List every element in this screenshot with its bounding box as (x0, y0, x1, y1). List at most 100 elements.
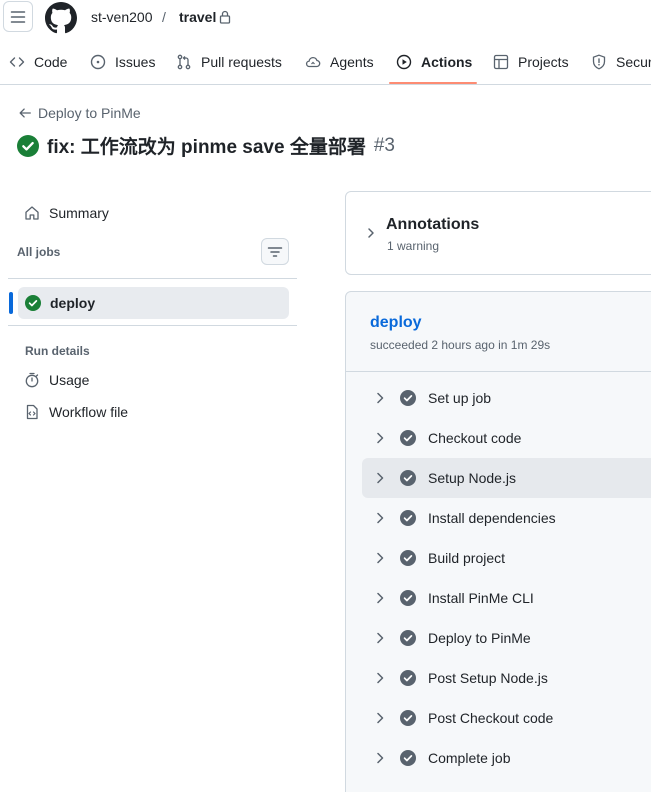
sidebar-job-deploy[interactable]: deploy (18, 287, 289, 319)
job-step-row[interactable]: Install dependencies (362, 498, 651, 538)
tab-agents[interactable]: Agents (305, 40, 374, 84)
job-meta: succeeded 2 hours ago in 1m 29s (370, 338, 551, 352)
job-step-label: Set up job (428, 390, 492, 406)
hamburger-menu-button[interactable] (3, 1, 33, 32)
sidebar-summary-link[interactable]: Summary (24, 205, 109, 221)
tab-issues-label: Issues (115, 54, 156, 70)
job-step-label: Setup Node.js (428, 470, 516, 486)
job-step-row[interactable]: Checkout code (362, 418, 651, 458)
breadcrumb-repo[interactable]: travel (179, 9, 216, 25)
tab-projects[interactable]: Projects (493, 40, 569, 84)
issue-opened-icon (90, 54, 106, 70)
job-log-panel: deploy succeeded 2 hours ago in 1m 29s S… (345, 291, 651, 792)
breadcrumb-owner[interactable]: st-ven200 (91, 9, 152, 25)
tab-security-label: Secur (616, 54, 651, 70)
sidebar-divider (8, 278, 297, 279)
chevron-right-icon (377, 552, 384, 564)
chevron-right-icon (377, 712, 384, 724)
check-circle-fill-icon (400, 550, 416, 566)
tab-pull-requests[interactable]: Pull requests (176, 40, 282, 84)
home-icon (25, 206, 39, 220)
tab-agents-label: Agents (330, 54, 374, 70)
job-header: deploy succeeded 2 hours ago in 1m 29s (346, 292, 651, 372)
tab-security[interactable]: Secur (591, 40, 651, 84)
breadcrumb-separator: / (162, 9, 166, 25)
run-number: #3 (373, 134, 395, 156)
agent-cloud-icon (305, 57, 321, 68)
job-steps-list: Set up job Checkout code Setup Node.js Inst… (362, 378, 651, 778)
sidebar-usage-label: Usage (49, 372, 90, 388)
annotations-title: Annotations (386, 216, 480, 233)
check-circle-fill-icon (400, 470, 416, 486)
annotations-subtitle: 1 warning (387, 239, 440, 253)
job-step-label: Install dependencies (428, 510, 556, 526)
check-circle-fill-icon (400, 630, 416, 646)
job-step-row[interactable]: Post Checkout code (362, 698, 651, 738)
selected-job-marker (9, 292, 13, 314)
job-step-row[interactable]: Complete job (362, 738, 651, 778)
chevron-right-icon (377, 432, 384, 444)
shield-icon (592, 54, 606, 70)
file-code-icon (26, 404, 38, 420)
tab-actions-label: Actions (421, 54, 473, 70)
job-step-row[interactable]: Build project (362, 538, 651, 578)
check-circle-fill-icon (400, 710, 416, 726)
job-step-label: Install PinMe CLI (428, 590, 534, 606)
tab-code[interactable]: Code (9, 40, 67, 84)
check-circle-fill-icon (400, 750, 416, 766)
sidebar-divider (8, 325, 297, 326)
play-icon (396, 54, 412, 70)
job-step-row[interactable]: Set up job (362, 378, 651, 418)
annotations-panel[interactable]: Annotations 1 warning (345, 191, 651, 275)
table-icon (493, 54, 509, 70)
job-step-label: Complete job (428, 750, 511, 766)
chevron-right-icon (377, 392, 384, 404)
job-step-row[interactable]: Setup Node.js (362, 458, 651, 498)
tab-issues[interactable]: Issues (90, 40, 155, 84)
sidebar-job-label: deploy (50, 295, 96, 311)
run-title: fix: 工作流改为 pinme save 全量部署 #3 (17, 132, 395, 159)
check-circle-fill-icon (400, 430, 416, 446)
chevron-right-icon (377, 632, 384, 644)
tab-code-label: Code (34, 54, 68, 70)
back-link-label: Deploy to PinMe (38, 105, 141, 121)
sidebar-summary-label: Summary (49, 205, 109, 221)
job-name-link[interactable]: deploy (370, 314, 422, 332)
sidebar-workflow-file-link[interactable]: Workflow file (24, 404, 128, 420)
tab-actions[interactable]: Actions (396, 40, 472, 84)
job-step-row[interactable]: Install PinMe CLI (362, 578, 651, 618)
check-circle-fill-icon (400, 590, 416, 606)
github-mark-icon[interactable] (45, 2, 77, 34)
lock-icon (219, 10, 231, 24)
job-step-row[interactable]: Deploy to PinMe (362, 618, 651, 658)
check-circle-fill-icon (400, 670, 416, 686)
job-step-label: Post Setup Node.js (428, 670, 548, 686)
stopwatch-icon (25, 372, 39, 388)
tab-projects-label: Projects (518, 54, 569, 70)
tab-pull-requests-label: Pull requests (201, 54, 282, 70)
run-title-text: fix: 工作流改为 pinme save 全量部署 (47, 137, 366, 158)
job-step-label: Build project (428, 550, 506, 566)
run-details-heading: Run details (25, 344, 90, 358)
check-circle-fill-icon (25, 295, 41, 311)
chevron-right-icon (368, 228, 374, 238)
check-circle-fill-icon (17, 134, 39, 157)
chevron-right-icon (377, 592, 384, 604)
app-header: st-ven200 / travel (0, 0, 651, 36)
chevron-right-icon (377, 472, 384, 484)
filter-jobs-button[interactable] (261, 238, 289, 265)
job-step-label: Post Checkout code (428, 710, 554, 726)
sidebar-workflow-file-label: Workflow file (49, 404, 129, 420)
sidebar-usage-link[interactable]: Usage (24, 372, 89, 388)
active-tab-indicator (389, 82, 477, 84)
arrow-left-icon (19, 108, 31, 118)
chevron-right-icon (377, 752, 384, 764)
check-circle-fill-icon (400, 510, 416, 526)
back-to-workflow-link[interactable]: Deploy to PinMe (18, 105, 141, 121)
repo-navigation: Code Issues Pull requests Agents Actions… (0, 40, 651, 85)
code-icon (9, 57, 25, 67)
all-jobs-heading: All jobs (17, 245, 61, 259)
job-step-label: Checkout code (428, 430, 522, 446)
job-step-row[interactable]: Post Setup Node.js (362, 658, 651, 698)
hamburger-icon (10, 10, 26, 23)
